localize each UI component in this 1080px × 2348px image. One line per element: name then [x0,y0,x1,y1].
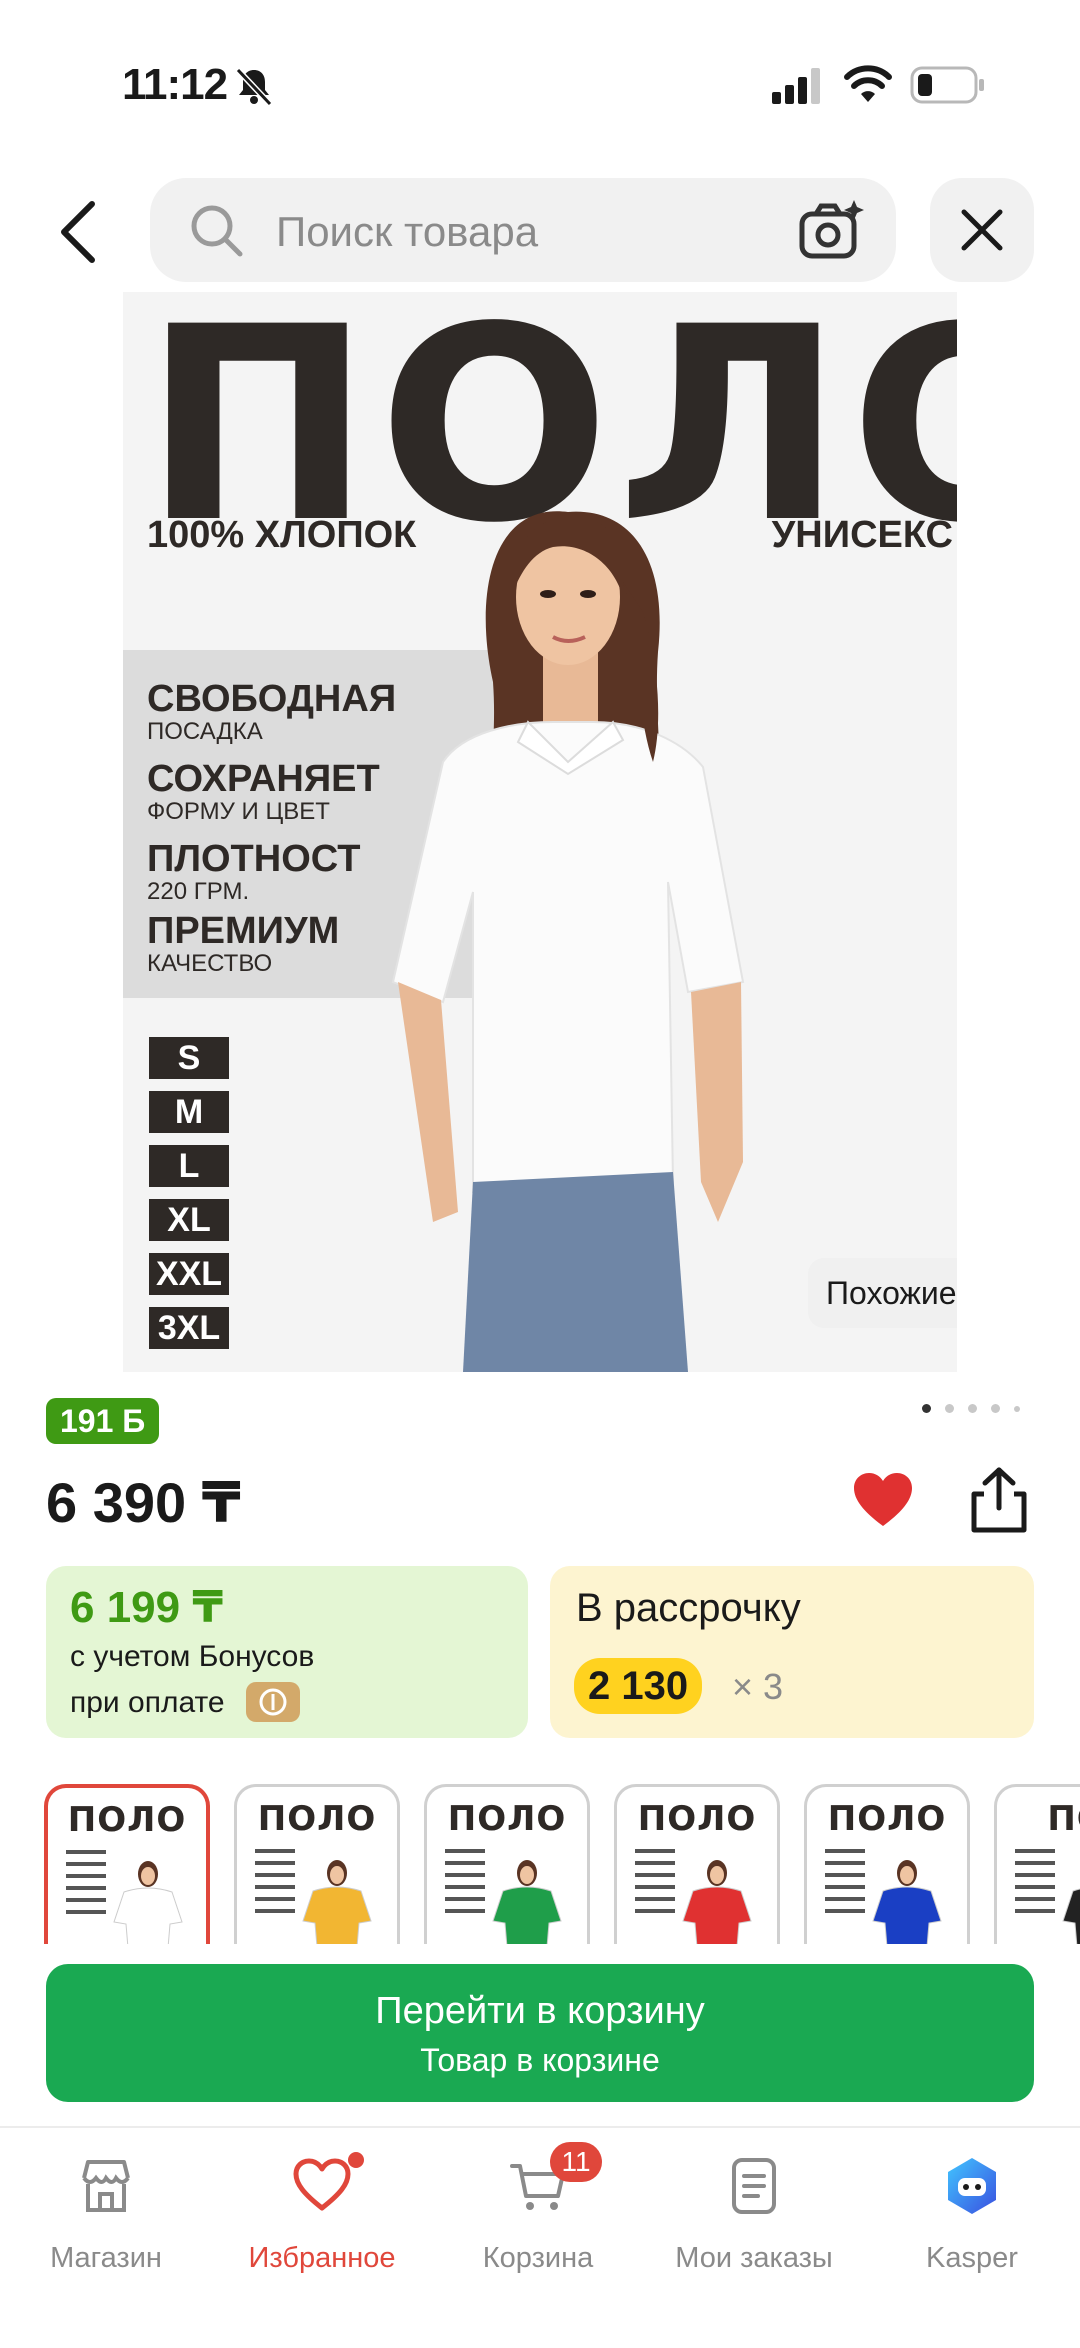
favorite-heart-icon[interactable] [852,1472,914,1528]
bottom-nav: Магазин Избранное 11 Корзина Мои заказы [0,2126,1080,2348]
search-placeholder: Поиск товара [276,208,539,255]
wifi-icon [844,65,892,102]
carousel-dot [1014,1405,1020,1412]
model-photo [391,511,745,1372]
variant-title: ПОЛО [67,1800,187,1840]
variant-title: ПОЛО [257,1799,377,1839]
similar-label: Похожие [826,1275,957,1311]
carousel-dots [922,1404,1020,1413]
nav-item-favorites[interactable]: Избранное [222,2146,422,2286]
variant-feature-lines [445,1849,485,1921]
size-chip: XXL [149,1253,229,1295]
close-icon [961,209,1003,251]
color-variant-thumbnail[interactable]: ПОЛО [424,1784,590,1944]
installment-title: В рассрочку [576,1586,801,1630]
size-list: S M L XL XXL 3XL [149,1037,229,1361]
close-button[interactable] [930,178,1034,282]
nav-label: Магазин [50,2242,162,2274]
variant-title: ПОЛО [447,1799,567,1839]
variant-shirt-image [1062,1888,1080,1944]
bonus-badge: 191 Б [46,1398,160,1444]
variant-feature-lines [66,1850,106,1922]
variant-feature-lines [1015,1849,1055,1921]
variant-shirt-image [113,1861,183,1944]
variant-title: ПОЛО [637,1799,757,1839]
status-time: 11:12 [122,60,228,109]
size-chip: S [149,1037,229,1079]
installment-card[interactable]: В рассрочку 2 130 × 3 [550,1566,1034,1738]
variant-feature-lines [825,1849,865,1921]
bonus-price: 6 199 ₸ [70,1583,223,1632]
search-icon [191,205,243,257]
camera-search-icon[interactable] [798,198,864,262]
variant-title: ПОЛО [827,1799,947,1839]
share-icon[interactable] [966,1466,1032,1534]
carousel-dot [968,1404,977,1413]
product-price: 6 390 ₸ [46,1471,241,1534]
cta-sublabel: Товар в корзине [420,2042,660,2078]
heart-icon [293,2158,351,2211]
variant-feature-lines [635,1849,675,1921]
installment-times: × 3 [732,1666,784,1707]
battery-icon [910,66,984,104]
nav-item-kasper[interactable]: Kasper [872,2146,1072,2286]
nav-item-store[interactable]: Магазин [6,2146,206,2286]
carousel-dot [945,1404,954,1413]
similar-button[interactable]: Похожие [808,1258,957,1328]
color-variant-thumbnail[interactable]: ПО [994,1784,1080,1944]
carousel-dot [922,1404,931,1413]
variant-feature-lines [255,1849,295,1921]
nav-item-cart[interactable]: 11 Корзина [438,2142,638,2286]
status-bar: 11:12 [0,0,1080,170]
bell-muted-icon [235,67,273,107]
variant-title: ПО [1047,1799,1080,1839]
carousel-dot [991,1404,1000,1413]
signal-icon [772,68,820,104]
color-variant-thumbnail[interactable]: ПОЛО [804,1784,970,1944]
nav-label: Избранное [248,2242,396,2274]
variant-shirt-image [492,1860,562,1944]
payment-method-icon [246,1682,300,1722]
go-to-cart-button[interactable]: Перейти в корзину Товар в корзине [46,1964,1034,2102]
color-variant-thumbnail[interactable]: ПОЛО [234,1784,400,1944]
favorites-indicator [348,2152,364,2168]
nav-label: Kasper [926,2242,1018,2274]
color-variant-thumbnail[interactable]: ПОЛО [44,1784,210,1944]
color-variants: ПОЛО ПОЛО ПОЛО ПОЛО ПОЛО ПО [44,1784,1080,1944]
size-chip: 3XL [149,1307,229,1349]
nav-label: Мои заказы [675,2242,833,2274]
size-chip: XL [149,1199,229,1241]
cart-count-badge: 11 [550,2142,602,2182]
bonus-description: с учетом Бонусов [70,1640,315,1673]
product-image[interactable]: ПОЛО 100% ХЛОПОК УНИСЕКС СВОБОДНАЯ ПОСАД… [123,292,957,1372]
cta-label: Перейти в корзину [375,1990,705,2032]
bonus-payment-label: при оплате [70,1686,225,1719]
store-icon [82,2160,130,2212]
variant-shirt-image [872,1860,942,1944]
kasper-icon [948,2158,996,2214]
variant-shirt-image [302,1860,372,1944]
installment-amount: 2 130 [574,1658,703,1714]
back-button[interactable] [50,196,114,268]
variant-shirt-image [682,1860,752,1944]
size-chip: L [149,1145,229,1187]
bonus-price-card[interactable]: 6 199 ₸ с учетом Бонусов при оплате [46,1566,528,1738]
orders-icon [732,2158,776,2214]
size-chip: M [149,1091,229,1133]
feature-item: ПРЕМИУМ КАЧЕСТВО [147,910,340,977]
search-input[interactable]: Поиск товара [150,178,896,282]
color-variant-thumbnail[interactable]: ПОЛО [614,1784,780,1944]
nav-label: Корзина [482,2242,594,2274]
nav-item-orders[interactable]: Мои заказы [654,2146,854,2286]
